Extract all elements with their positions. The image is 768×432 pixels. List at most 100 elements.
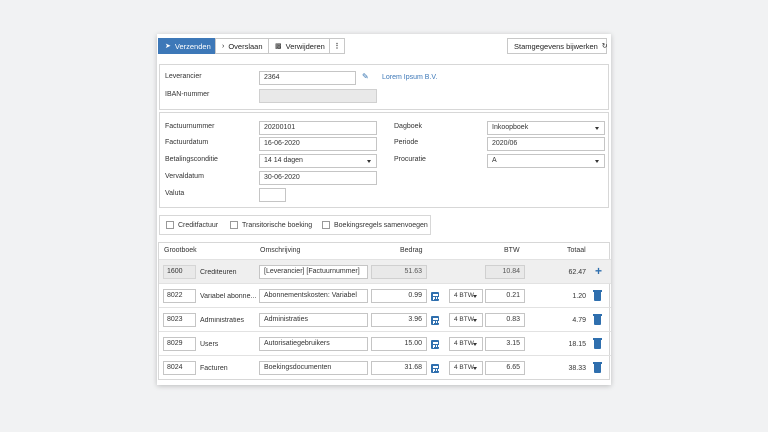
description-input[interactable]: Administraties xyxy=(259,313,368,327)
invoice-date-input[interactable]: 16-06-2020 xyxy=(259,137,377,151)
row-total: 4.79 xyxy=(572,317,586,324)
invoice-date-label: Factuurdatum xyxy=(165,139,209,146)
vat-amount-input[interactable]: 0.21 xyxy=(485,289,525,303)
credit-invoice-label: Creditfactuur xyxy=(178,221,219,229)
skip-button[interactable]: › Overslaan xyxy=(215,38,269,54)
invoice-number-input[interactable]: 20200101 xyxy=(259,121,377,135)
chevron-right-icon: › xyxy=(222,42,225,50)
header-description: Omschrijving xyxy=(260,247,301,254)
ledger-code-field[interactable]: 8024 xyxy=(163,361,196,375)
ledger-name: Administraties xyxy=(200,317,244,324)
skip-button-label: Overslaan xyxy=(228,41,263,51)
trash-icon: ▩ xyxy=(275,42,282,50)
vat-code-select[interactable]: 4 BTW xyxy=(449,337,483,351)
vat-code-select[interactable]: 4 BTW xyxy=(449,361,483,375)
refresh-icon: ↻ xyxy=(601,42,608,50)
delete-line-icon[interactable] xyxy=(593,362,602,373)
header-vat: BTW xyxy=(504,247,520,254)
procuration-select[interactable]: A xyxy=(487,154,605,168)
booking-lines-table: Grootboek Omschrijving Bedrag BTW Totaal… xyxy=(158,242,611,380)
table-header: Grootboek Omschrijving Bedrag BTW Totaal xyxy=(159,243,609,259)
header-amount: Bedrag xyxy=(400,247,423,254)
checkbox-box xyxy=(166,221,174,229)
ledger-name: Variabel abonne... xyxy=(200,293,257,300)
transitory-booking-label: Transitorische boeking xyxy=(242,221,313,229)
header-total: Totaal xyxy=(567,247,586,254)
add-line-icon[interactable]: + xyxy=(595,264,602,278)
update-master-data-label: Stamgegevens bijwerken xyxy=(514,41,598,51)
description-input[interactable]: [Leverancier] [Factuurnummer] xyxy=(259,265,368,279)
iban-input[interactable] xyxy=(259,89,377,103)
options-bar: Creditfactuur Transitorische boeking Boe… xyxy=(159,215,431,235)
vat-amount-input[interactable]: 3.15 xyxy=(485,337,525,351)
iban-label: IBAN-nummer xyxy=(165,91,210,98)
table-row: 8024 Facturen Boekingsdocumenten 31.68 4… xyxy=(159,355,611,379)
delete-button-label: Verwijderen xyxy=(285,41,325,51)
credit-invoice-checkbox[interactable]: Creditfactuur xyxy=(166,221,218,229)
payment-terms-select[interactable]: 14 14 dagen xyxy=(259,154,377,168)
due-date-label: Vervaldatum xyxy=(165,173,204,180)
vertical-ellipsis-icon: ⋮ xyxy=(333,42,341,50)
amount-input[interactable]: 15.00 xyxy=(371,337,427,351)
header-ledger: Grootboek xyxy=(164,247,197,254)
amount-input[interactable]: 0.99 xyxy=(371,289,427,303)
amount-input[interactable]: 31.68 xyxy=(371,361,427,375)
period-label: Periode xyxy=(394,139,419,146)
row-total: 62.47 xyxy=(568,269,586,276)
supplier-name-link[interactable]: Lorem Ipsum B.V. xyxy=(382,74,437,81)
pencil-icon[interactable]: ✎ xyxy=(362,73,369,81)
description-input[interactable]: Abonnementskosten: Variabel xyxy=(259,289,368,303)
supplier-input[interactable]: 2364 xyxy=(259,71,356,85)
amount-input[interactable]: 3.96 xyxy=(371,313,427,327)
ledger-name: Users xyxy=(200,341,219,348)
row-total: 18.15 xyxy=(568,341,586,348)
currency-label: Valuta xyxy=(165,190,185,197)
delete-line-icon[interactable] xyxy=(593,314,602,325)
send-button[interactable]: ➤ Verzenden xyxy=(158,38,215,54)
ledger-code-field[interactable]: 1600 xyxy=(163,265,196,279)
ledger-code-field[interactable]: 8023 xyxy=(163,313,196,327)
transitory-booking-checkbox[interactable]: Transitorische boeking xyxy=(230,221,312,229)
invoice-details-section: Factuurnummer 20200101 Factuurdatum 16-0… xyxy=(159,112,609,208)
delete-line-icon[interactable] xyxy=(593,338,602,349)
ledger-name: Facturen xyxy=(200,365,228,372)
vat-amount-field: 10.84 xyxy=(485,265,525,279)
checkbox-box xyxy=(230,221,238,229)
procuration-label: Procuratie xyxy=(394,156,426,163)
merge-lines-checkbox[interactable]: Boekingsregels samenvoegen xyxy=(322,221,428,229)
table-row: 8022 Variabel abonne... Abonnementskoste… xyxy=(159,283,611,307)
amount-field: 51.63 xyxy=(371,265,427,279)
ledger-code-field[interactable]: 8029 xyxy=(163,337,196,351)
ledger-name: Crediteuren xyxy=(200,269,237,276)
vat-code-select[interactable]: 4 BTW xyxy=(449,289,483,303)
update-master-data-button[interactable]: Stamgegevens bijwerken ↻ xyxy=(507,38,608,54)
invoice-entry-panel: ➤ Verzenden › Overslaan ▩ Verwijderen ⋮ … xyxy=(157,34,611,385)
journal-select[interactable]: Inkoopboek xyxy=(487,121,605,135)
paper-plane-icon: ➤ xyxy=(165,42,171,50)
delete-button[interactable]: ▩ Verwijderen xyxy=(268,38,330,54)
description-input[interactable]: Boekingsdocumenten xyxy=(259,361,368,375)
ledger-code-field[interactable]: 8022 xyxy=(163,289,196,303)
description-input[interactable]: Autorisatiegebruikers xyxy=(259,337,368,351)
vat-amount-input[interactable]: 0.83 xyxy=(485,313,525,327)
vat-code-select[interactable]: 4 BTW xyxy=(449,313,483,327)
vat-amount-input[interactable]: 6.65 xyxy=(485,361,525,375)
toolbar: ➤ Verzenden › Overslaan ▩ Verwijderen ⋮ … xyxy=(157,34,611,58)
merge-lines-label: Boekingsregels samenvoegen xyxy=(334,221,428,229)
period-input[interactable]: 2020/06 xyxy=(487,137,605,151)
calculator-icon[interactable] xyxy=(431,292,439,301)
checkbox-box xyxy=(322,221,330,229)
supplier-section: Leverancier 2364 ✎ Lorem Ipsum B.V. IBAN… xyxy=(159,64,609,110)
journal-label: Dagboek xyxy=(394,123,423,130)
row-total: 38.33 xyxy=(568,365,586,372)
supplier-label: Leverancier xyxy=(165,73,202,80)
more-options-button[interactable]: ⋮ xyxy=(329,38,345,54)
table-row: 1600 Crediteuren [Leverancier] [Factuurn… xyxy=(159,259,611,283)
calculator-icon[interactable] xyxy=(431,316,439,325)
due-date-input[interactable]: 30-06-2020 xyxy=(259,171,377,185)
calculator-icon[interactable] xyxy=(431,340,439,349)
calculator-icon[interactable] xyxy=(431,364,439,373)
currency-input[interactable] xyxy=(259,188,286,202)
delete-line-icon[interactable] xyxy=(593,290,602,301)
table-row: 8029 Users Autorisatiegebruikers 15.00 4… xyxy=(159,331,611,355)
